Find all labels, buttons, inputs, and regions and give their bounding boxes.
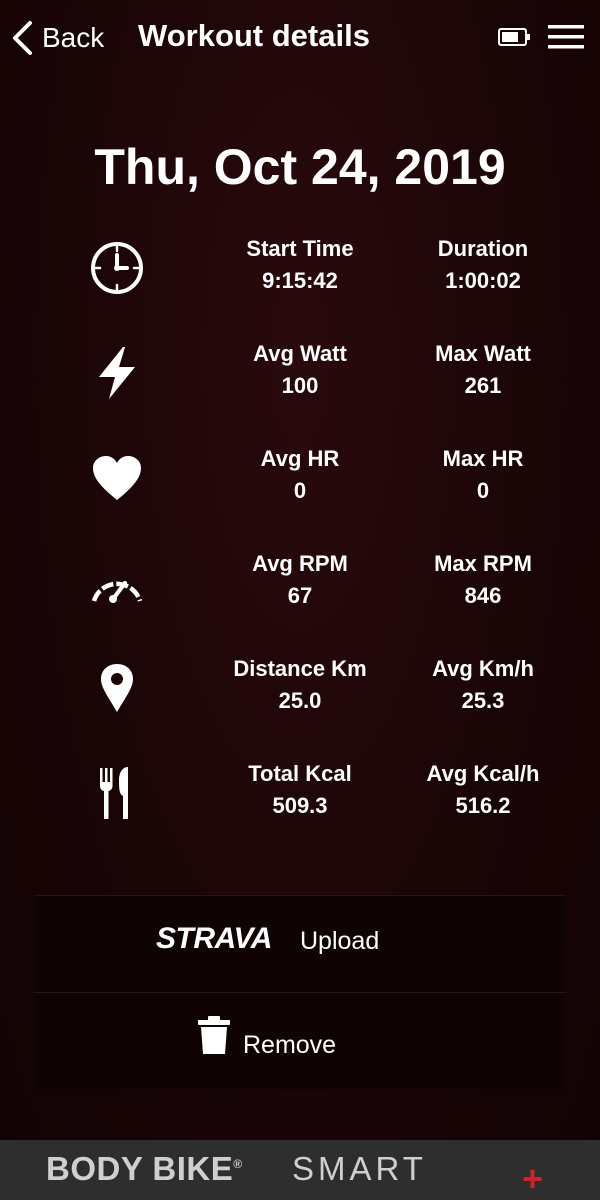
stat-label: Total Kcal bbox=[248, 761, 352, 786]
stat-label: Duration bbox=[437, 236, 529, 261]
brand-body-text: BODY BIKE bbox=[46, 1150, 234, 1187]
stat-value: 67 bbox=[287, 583, 313, 608]
stat-value: 261 bbox=[464, 373, 502, 398]
stat-value: 846 bbox=[464, 583, 502, 608]
stat-cell: Start Time 9:15:42 bbox=[210, 233, 390, 297]
stat-cell: Avg RPM 67 bbox=[210, 548, 390, 612]
chevron-left-icon bbox=[13, 21, 32, 55]
stat-label: Avg Watt bbox=[253, 341, 347, 366]
stat-cell: Max Watt 261 bbox=[393, 338, 573, 402]
back-label: Back bbox=[42, 22, 105, 53]
upload-label: Upload bbox=[300, 927, 380, 955]
stat-label: Start Time bbox=[246, 236, 354, 261]
stat-cell: Max HR 0 bbox=[393, 443, 573, 507]
remove-label: Remove bbox=[243, 1031, 337, 1059]
stat-label: Avg RPM bbox=[252, 551, 348, 576]
stat-label: Avg Km/h bbox=[432, 656, 534, 681]
stat-row-kcal: Total Kcal 509.3 Avg Kcal/h 516.2 bbox=[0, 758, 600, 838]
stat-cell: Avg Kcal/h 516.2 bbox=[393, 758, 573, 822]
battery-icon bbox=[498, 28, 530, 46]
brand-plus: + bbox=[522, 1158, 544, 1199]
strava-upload-button[interactable]: STRAVA Upload bbox=[34, 895, 566, 993]
stat-row-hr: Avg HR 0 Max HR 0 bbox=[0, 443, 600, 523]
stat-value: 509.3 bbox=[272, 793, 328, 818]
stat-label: Max HR bbox=[442, 446, 524, 471]
stat-cell: Avg Km/h 25.3 bbox=[393, 653, 573, 717]
workout-date: Thu, Oct 24, 2019 bbox=[94, 139, 506, 195]
stat-value: 516.2 bbox=[455, 793, 511, 818]
heart-icon bbox=[82, 443, 152, 513]
stat-row-rpm: Avg RPM 67 Max RPM 846 bbox=[0, 548, 600, 628]
stat-value: 9:15:42 bbox=[262, 268, 338, 293]
brand-footer: BODY BIKE® SMART + bbox=[0, 1140, 600, 1200]
location-pin-icon bbox=[82, 653, 152, 723]
brand-logo-smart: SMART bbox=[292, 1150, 427, 1187]
stat-label: Avg Kcal/h bbox=[426, 761, 540, 786]
stat-label: Avg HR bbox=[260, 446, 340, 471]
stat-value: 25.0 bbox=[278, 688, 322, 713]
clock-icon bbox=[82, 233, 152, 303]
trash-icon bbox=[198, 1016, 230, 1054]
back-button[interactable]: Back bbox=[10, 18, 104, 58]
stat-row-time: Start Time 9:15:42 Duration 1:00:02 bbox=[0, 233, 600, 313]
fork-knife-icon bbox=[82, 758, 152, 828]
header-bar: Back Workout details bbox=[0, 0, 600, 72]
speedometer-icon bbox=[82, 548, 152, 618]
stat-label: Distance Km bbox=[233, 656, 367, 681]
stat-row-distance: Distance Km 25.0 Avg Km/h 25.3 bbox=[0, 653, 600, 733]
action-panel: STRAVA Upload Remove bbox=[34, 895, 566, 1089]
registered-mark: ® bbox=[233, 1157, 243, 1171]
stat-cell: Avg Watt 100 bbox=[210, 338, 390, 402]
stat-cell: Avg HR 0 bbox=[210, 443, 390, 507]
stat-cell: Distance Km 25.0 bbox=[210, 653, 390, 717]
stat-value: 0 bbox=[293, 478, 307, 503]
stat-cell: Max RPM 846 bbox=[393, 548, 573, 612]
brand-logo-body-bike: BODY BIKE® bbox=[46, 1150, 243, 1188]
stat-cell: Total Kcal 509.3 bbox=[210, 758, 390, 822]
page-title: Workout details bbox=[138, 18, 370, 53]
stat-row-watt: Avg Watt 100 Max Watt 261 bbox=[0, 338, 600, 418]
stat-value: 25.3 bbox=[461, 688, 505, 713]
stat-label: Max Watt bbox=[435, 341, 531, 366]
hamburger-menu-icon[interactable] bbox=[548, 22, 584, 52]
stat-value: 100 bbox=[281, 373, 319, 398]
stat-label: Max RPM bbox=[434, 551, 532, 576]
stat-value: 1:00:02 bbox=[445, 268, 521, 293]
strava-logo: STRAVA bbox=[156, 922, 272, 955]
stat-value: 0 bbox=[476, 478, 490, 503]
stat-cell: Duration 1:00:02 bbox=[393, 233, 573, 297]
lightning-icon bbox=[82, 338, 152, 408]
